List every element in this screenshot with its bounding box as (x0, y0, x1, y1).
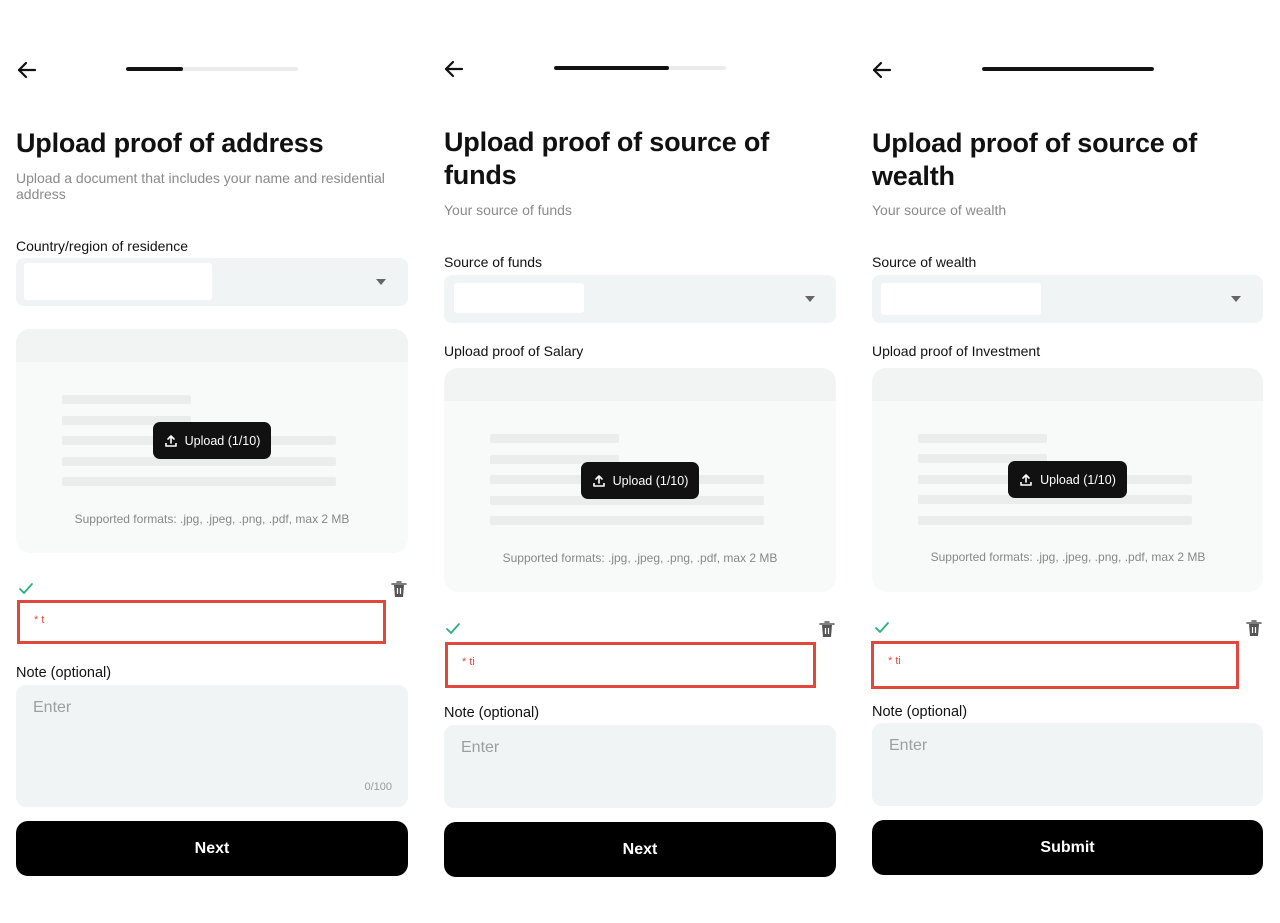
note-input[interactable] (872, 723, 1263, 806)
next-button[interactable]: Next (16, 821, 408, 876)
country-select[interactable] (16, 258, 408, 306)
trash-icon[interactable] (1246, 619, 1262, 637)
character-counter: 0/100 (364, 781, 392, 793)
chevron-down-icon (376, 278, 386, 286)
uploaded-file-name: * ti (888, 655, 901, 667)
page-title-line: wealth (872, 161, 955, 191)
document-placeholder-line (62, 395, 191, 404)
selected-value-redacted (24, 263, 212, 300)
upload-investment-label: Upload proof of Investment (872, 343, 1041, 359)
upload-button-label: Upload (1/10) (612, 473, 689, 488)
progress-fill (554, 66, 670, 70)
note-input[interactable] (16, 685, 408, 807)
note-field[interactable] (872, 723, 1263, 806)
upload-button[interactable]: Upload (1/10) (1008, 461, 1127, 498)
page-title: Upload proof of source of funds (444, 126, 769, 192)
page-title: Upload proof of address (16, 127, 324, 160)
upload-button[interactable]: Upload (1/10) (153, 422, 271, 459)
uploaded-file-item: * ti (445, 642, 816, 688)
uploaded-file-item: * ti (871, 641, 1239, 689)
trash-icon[interactable] (391, 580, 407, 598)
document-placeholder-line (918, 434, 1047, 443)
uploaded-file-name: * ti (462, 656, 475, 668)
supported-formats-text: Supported formats: .jpg, .jpeg, .png, .p… (502, 551, 778, 565)
country-field-label: Country/region of residence (16, 238, 188, 254)
uploaded-file-item: * t (17, 600, 386, 644)
upload-dropzone[interactable]: Upload (1/10) Supported formats: .jpg, .… (872, 368, 1263, 592)
upload-icon (164, 434, 177, 447)
upload-button-label: Upload (1/10) (184, 433, 261, 448)
document-placeholder-line (490, 516, 764, 525)
document-placeholder-line (62, 477, 336, 486)
progress-bar (554, 66, 726, 70)
screen-proof-of-source-of-funds: Upload proof of source of funds Your sou… (427, 0, 854, 923)
source-of-funds-label: Source of funds (444, 254, 543, 270)
note-field[interactable]: 0/100 (16, 685, 408, 807)
page-title-line: funds (444, 160, 517, 190)
page-subtitle-line: Upload a document that includes your nam… (16, 170, 385, 186)
screens-container: Upload proof of address Upload a documen… (0, 0, 1280, 923)
source-of-funds-select[interactable] (444, 275, 836, 323)
next-button[interactable]: Next (444, 822, 836, 877)
page-subtitle: Upload a document that includes your nam… (16, 170, 385, 202)
note-input[interactable] (444, 725, 836, 808)
check-icon (874, 621, 890, 635)
source-of-wealth-select[interactable] (872, 275, 1263, 323)
uploaded-file-name: * t (34, 614, 45, 626)
note-label: Note (optional) (872, 704, 968, 720)
supported-formats-text: Supported formats: .jpg, .jpeg, .png, .p… (74, 512, 350, 526)
dropzone-header (16, 329, 408, 362)
page-subtitle-line: Your source of funds (444, 202, 572, 218)
progress-bar (982, 67, 1154, 71)
trash-icon[interactable] (819, 620, 835, 638)
dropzone-header (872, 368, 1263, 401)
upload-button-label: Upload (1/10) (1040, 472, 1116, 487)
note-label: Note (optional) (444, 705, 540, 721)
dropzone-header (444, 368, 836, 401)
page-subtitle: Your source of funds (444, 202, 572, 218)
note-field[interactable] (444, 725, 836, 808)
page-title-line: Upload proof of source of (872, 128, 1197, 158)
upload-salary-label: Upload proof of Salary (444, 343, 584, 359)
screen-proof-of-source-of-wealth: Upload proof of source of wealth Your so… (854, 0, 1280, 923)
upload-icon (592, 474, 605, 487)
screen-proof-of-address: Upload proof of address Upload a documen… (0, 0, 427, 923)
check-icon (445, 622, 461, 636)
note-label: Note (optional) (16, 665, 112, 681)
upload-button[interactable]: Upload (1/10) (581, 462, 699, 499)
source-of-wealth-label: Source of wealth (872, 254, 977, 270)
back-arrow-icon[interactable] (442, 57, 466, 81)
chevron-down-icon (805, 295, 815, 303)
progress-bar (126, 67, 298, 71)
supported-formats-text: Supported formats: .jpg, .jpeg, .png, .p… (930, 550, 1206, 564)
progress-fill (982, 67, 1154, 71)
page-subtitle: Your source of wealth (872, 202, 1006, 218)
page-title-line: Upload proof of source of (444, 127, 769, 157)
check-icon (18, 582, 34, 596)
upload-icon (1020, 473, 1032, 486)
chevron-down-icon (1231, 295, 1241, 303)
selected-value-redacted (881, 283, 1041, 315)
document-placeholder-line (490, 434, 619, 443)
upload-dropzone[interactable]: Upload (1/10) Supported formats: .jpg, .… (16, 329, 408, 553)
document-placeholder-line (918, 516, 1192, 525)
back-arrow-icon[interactable] (15, 58, 39, 82)
back-arrow-icon[interactable] (870, 58, 894, 82)
selected-value-redacted (454, 283, 584, 313)
page-subtitle-line: Your source of wealth (872, 202, 1007, 218)
upload-dropzone[interactable]: Upload (1/10) Supported formats: .jpg, .… (444, 368, 836, 592)
page-title: Upload proof of source of wealth (872, 127, 1197, 193)
submit-button[interactable]: Submit (872, 820, 1263, 875)
page-title-line: Upload proof of address (16, 128, 324, 158)
page-subtitle-line: address (16, 186, 66, 202)
progress-fill (126, 67, 183, 71)
